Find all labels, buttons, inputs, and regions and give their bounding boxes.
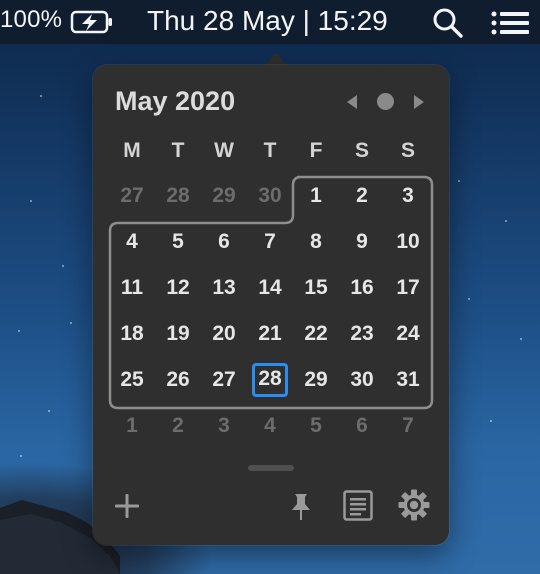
day-cell[interactable]: 1 bbox=[110, 410, 154, 442]
day-cell[interactable]: 5 bbox=[156, 226, 200, 258]
battery-percent: 100% bbox=[0, 6, 63, 33]
day-cell[interactable]: 24 bbox=[386, 318, 430, 350]
previous-month-icon[interactable] bbox=[346, 94, 358, 110]
day-cell[interactable]: 27 bbox=[110, 180, 154, 212]
plus-icon[interactable] bbox=[112, 491, 142, 521]
day-cell[interactable]: 31 bbox=[386, 364, 430, 396]
star bbox=[70, 322, 72, 324]
day-cell[interactable]: 29 bbox=[202, 180, 246, 212]
day-cell[interactable]: 18 bbox=[110, 318, 154, 350]
day-cell[interactable]: 17 bbox=[386, 272, 430, 304]
weekday-header: M bbox=[123, 139, 141, 162]
star bbox=[18, 330, 20, 332]
calendar-month-title: May 2020 bbox=[115, 86, 236, 116]
day-cell[interactable]: 30 bbox=[340, 364, 384, 396]
weekday-header: W bbox=[214, 139, 234, 162]
search-icon[interactable] bbox=[432, 7, 464, 39]
day-cell[interactable]: 3 bbox=[202, 410, 246, 442]
menu-bar-clock[interactable]: Thu 28 May | 15:29 bbox=[147, 5, 388, 37]
day-cell[interactable]: 23 bbox=[340, 318, 384, 350]
star bbox=[20, 455, 22, 457]
day-cell[interactable]: 2 bbox=[156, 410, 200, 442]
day-cell[interactable]: 20 bbox=[202, 318, 246, 350]
day-cell[interactable]: 8 bbox=[294, 226, 338, 258]
menu-bar: 100% Thu 28 May | 15:29 bbox=[0, 0, 540, 44]
day-cell[interactable]: 30 bbox=[248, 180, 292, 212]
day-cell[interactable]: 7 bbox=[386, 410, 430, 442]
day-cell[interactable]: 4 bbox=[110, 226, 154, 258]
popover-arrow bbox=[259, 53, 293, 66]
resize-grabber[interactable] bbox=[248, 465, 294, 471]
day-cell[interactable]: 9 bbox=[340, 226, 384, 258]
day-cell[interactable]: 21 bbox=[248, 318, 292, 350]
day-cell[interactable]: 26 bbox=[156, 364, 200, 396]
day-cell[interactable]: 12 bbox=[156, 272, 200, 304]
day-cell[interactable]: 15 bbox=[294, 272, 338, 304]
weekday-header: T bbox=[263, 139, 277, 162]
day-cell[interactable]: 6 bbox=[340, 410, 384, 442]
battery-charging-icon[interactable] bbox=[70, 9, 114, 35]
star bbox=[520, 338, 522, 340]
day-cell[interactable]: 6 bbox=[202, 226, 246, 258]
weekday-header: S bbox=[354, 139, 369, 162]
weekday-header: S bbox=[400, 139, 415, 162]
day-cell[interactable]: 2 bbox=[340, 180, 384, 212]
star bbox=[40, 95, 42, 97]
day-cell[interactable]: 1 bbox=[294, 180, 338, 212]
next-month-icon[interactable] bbox=[413, 94, 425, 110]
day-cell[interactable]: 4 bbox=[248, 410, 292, 442]
notes-icon[interactable] bbox=[343, 490, 373, 521]
day-cell[interactable]: 16 bbox=[340, 272, 384, 304]
day-cell[interactable]: 7 bbox=[248, 226, 292, 258]
weekday-header: F bbox=[309, 139, 323, 162]
star bbox=[490, 420, 492, 422]
list-icon[interactable] bbox=[491, 11, 529, 35]
day-cell[interactable]: 25 bbox=[110, 364, 154, 396]
day-cell[interactable]: 13 bbox=[202, 272, 246, 304]
pin-icon[interactable] bbox=[290, 493, 312, 521]
day-cell[interactable]: 28 bbox=[156, 180, 200, 212]
day-cell[interactable]: 27 bbox=[202, 364, 246, 396]
star bbox=[458, 180, 460, 182]
day-cell[interactable]: 22 bbox=[294, 318, 338, 350]
day-cell[interactable]: 10 bbox=[386, 226, 430, 258]
gear-icon[interactable] bbox=[398, 489, 430, 521]
star bbox=[30, 200, 32, 202]
day-cell[interactable]: 3 bbox=[386, 180, 430, 212]
star bbox=[505, 220, 507, 222]
star bbox=[48, 410, 50, 412]
star bbox=[62, 265, 64, 267]
day-cell[interactable]: 29 bbox=[294, 364, 338, 396]
day-cell[interactable]: 14 bbox=[248, 272, 292, 304]
day-cell[interactable]: 19 bbox=[156, 318, 200, 350]
calendar-popover: May 2020 M T W T F S S 27 28 29 30 1 2 3 4 5 6 7 8 9 10 11 12 1… bbox=[93, 65, 449, 545]
day-cell-today[interactable]: 28 bbox=[252, 363, 288, 397]
day-cell[interactable]: 11 bbox=[110, 272, 154, 304]
star bbox=[468, 298, 470, 300]
weekday-header: T bbox=[171, 139, 185, 162]
today-button[interactable] bbox=[377, 93, 394, 110]
day-cell[interactable]: 5 bbox=[294, 410, 338, 442]
